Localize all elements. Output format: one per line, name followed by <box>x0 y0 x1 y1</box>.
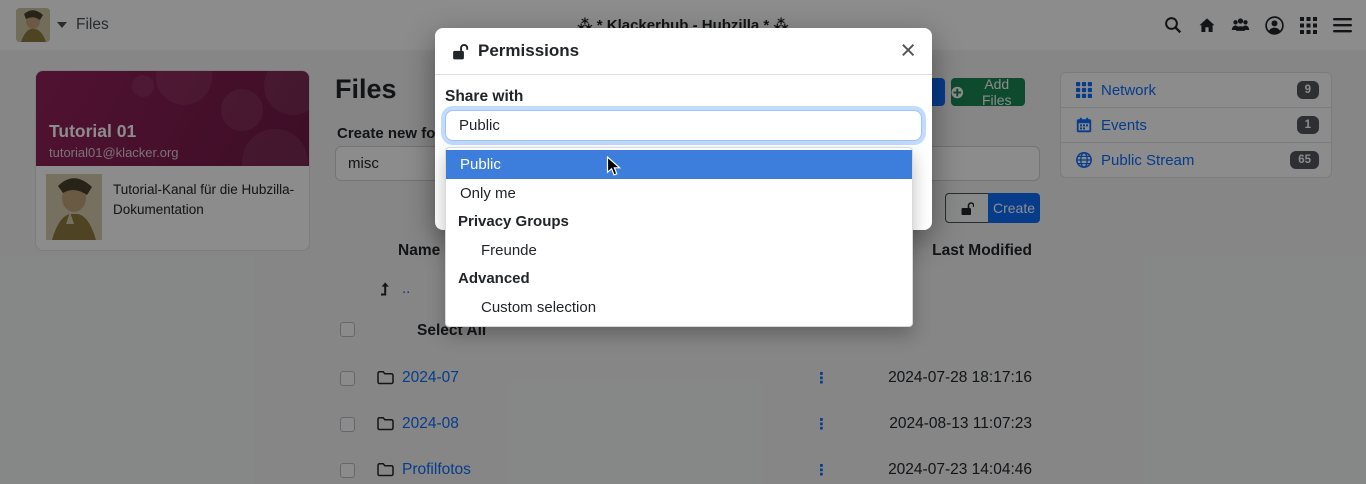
dropdown-option-custom-selection[interactable]: Custom selection <box>446 293 912 322</box>
share-with-label: Share with <box>445 88 523 106</box>
dropdown-group-advanced: Advanced <box>446 265 912 293</box>
close-icon[interactable]: × <box>900 34 916 66</box>
share-with-dropdown: Public Only me Privacy Groups Freunde Ad… <box>445 147 913 327</box>
modal-title: Permissions <box>478 41 579 61</box>
dropdown-option-freunde[interactable]: Freunde <box>446 236 912 265</box>
dropdown-group-privacy-groups: Privacy Groups <box>446 208 912 236</box>
dropdown-option-public[interactable]: Public <box>446 150 912 179</box>
dropdown-option-only-me[interactable]: Only me <box>446 179 912 208</box>
share-with-input[interactable] <box>445 110 922 141</box>
unlock-icon <box>452 43 469 60</box>
